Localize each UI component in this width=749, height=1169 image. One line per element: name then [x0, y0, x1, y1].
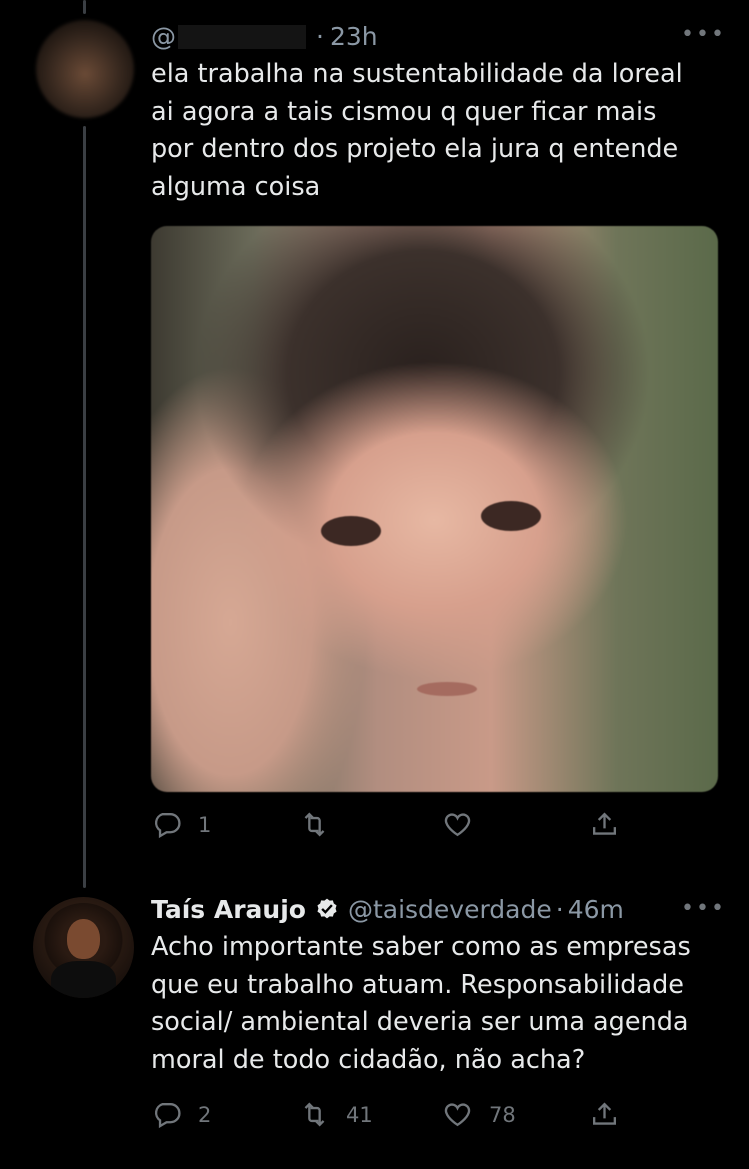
retweet-icon: [304, 812, 325, 837]
share-icon: [593, 812, 616, 835]
avatar-shirt: [51, 961, 116, 998]
handle-prefix[interactable]: @: [151, 22, 176, 51]
more-icon[interactable]: •••: [681, 22, 726, 47]
like-button[interactable]: 78: [442, 1099, 516, 1130]
reply-count: 1: [198, 812, 212, 837]
more-icon[interactable]: •••: [681, 896, 726, 921]
like-button[interactable]: [442, 809, 489, 840]
reply-button[interactable]: 2: [151, 1099, 211, 1130]
thread-line-connector: [83, 126, 86, 888]
separator-dot: ·: [555, 895, 564, 924]
reply-icon: [154, 1103, 181, 1129]
tweet-text: ela trabalha na sustentabilidade da lore…: [151, 59, 683, 202]
retweet-icon: [304, 1102, 325, 1127]
reply-button[interactable]: 1: [151, 809, 211, 840]
reply-icon: [154, 813, 181, 839]
like-icon: [444, 1103, 471, 1127]
share-icon: [593, 1102, 616, 1125]
share-button[interactable]: [589, 1099, 620, 1130]
tweet-header: @ · 23h: [151, 22, 378, 51]
tweet-time[interactable]: 46m: [568, 895, 624, 924]
handle[interactable]: @taisdeverdade: [348, 895, 552, 924]
reply-count: 2: [198, 1102, 212, 1127]
avatar[interactable]: [33, 897, 134, 998]
retweet-button[interactable]: [299, 809, 346, 840]
separator-dot: ·: [316, 22, 324, 51]
image-detail: [481, 501, 541, 531]
image-detail: [417, 682, 477, 696]
tweet-text: Acho importante saber como as empresas q…: [151, 932, 691, 1075]
image-detail: [321, 516, 381, 546]
avatar[interactable]: [36, 20, 134, 118]
tweet-header: Taís Araujo @taisdeverdade · 46m: [151, 895, 624, 924]
redacted-handle: [178, 24, 306, 49]
retweet-button[interactable]: 41: [299, 1099, 373, 1130]
share-button[interactable]: [589, 809, 620, 840]
tweet-image[interactable]: [151, 226, 718, 792]
thread-line-top: [83, 0, 86, 14]
like-count: 78: [489, 1102, 516, 1127]
tweet-time[interactable]: 23h: [330, 22, 378, 51]
display-name[interactable]: Taís Araujo: [151, 895, 306, 924]
avatar-face: [67, 919, 100, 959]
verified-badge-icon: [317, 898, 337, 918]
retweet-count: 41: [346, 1102, 373, 1127]
like-icon: [444, 813, 471, 837]
